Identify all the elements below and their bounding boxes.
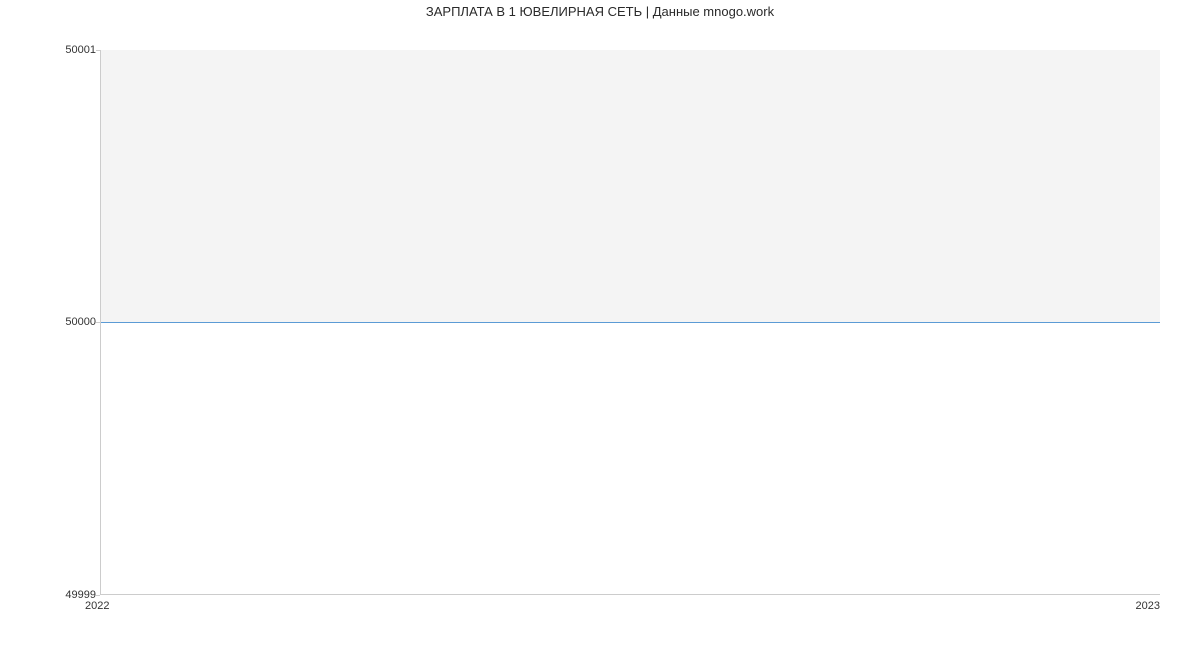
x-tick-label: 2023 <box>1136 600 1160 612</box>
y-tick-mark <box>96 595 100 596</box>
y-tick-label: 50000 <box>65 316 96 328</box>
chart-container: ЗАРПЛАТА В 1 ЮВЕЛИРНАЯ СЕТЬ | Данные mno… <box>0 0 1200 650</box>
y-tick-label: 50001 <box>65 44 96 56</box>
y-tick-mark <box>96 50 100 51</box>
y-tick-mark <box>96 322 100 323</box>
shaded-region <box>101 50 1160 322</box>
chart-title: ЗАРПЛАТА В 1 ЮВЕЛИРНАЯ СЕТЬ | Данные mno… <box>0 4 1200 19</box>
plot-area <box>100 50 1160 595</box>
x-tick-label: 2022 <box>85 600 109 612</box>
data-line <box>101 322 1160 323</box>
